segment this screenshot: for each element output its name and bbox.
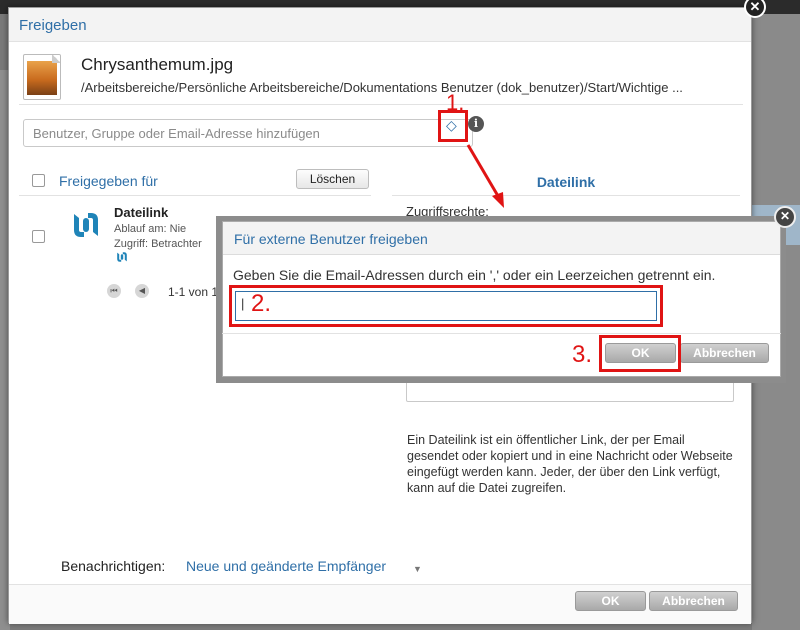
delete-button[interactable]: Löschen: [296, 169, 369, 189]
cancel-button[interactable]: Abbrechen: [649, 591, 738, 611]
file-link-description: Ein Dateilink ist ein öffentlicher Link,…: [407, 433, 733, 495]
step-3-marker: 3.: [572, 341, 593, 368]
info-icon[interactable]: i: [468, 116, 484, 132]
file-link-header: Dateilink: [392, 174, 740, 196]
chevron-down-icon[interactable]: ▼: [413, 564, 422, 574]
search-placeholder: Benutzer, Gruppe oder Email-Adresse hinz…: [33, 126, 320, 141]
share-search-input[interactable]: Benutzer, Gruppe oder Email-Adresse hinz…: [23, 119, 473, 147]
notify-label: Benachrichtigen:: [61, 558, 166, 574]
overlay-close-icon[interactable]: ✕: [774, 206, 796, 228]
envelope-diamond-icon: ◇: [446, 117, 457, 133]
prev-page-icon[interactable]: ◀: [135, 284, 149, 298]
shared-with-label: Freigegeben für: [59, 173, 158, 189]
overlay-instruction: Geben Sie die Email-Adressen durch ein '…: [233, 267, 716, 283]
ok-button[interactable]: OK: [575, 591, 646, 611]
entry-title: Dateilink: [114, 205, 169, 220]
pager-text: 1-1 von 1: [168, 285, 219, 299]
notify-dropdown[interactable]: Neue und geänderte Empfänger: [186, 558, 386, 574]
dialog-title-bar: Freigeben: [9, 8, 751, 42]
link-small-icon: [117, 252, 127, 262]
entry-access: Zugriff: Betrachter: [114, 238, 202, 250]
file-name: Chrysanthemum.jpg: [81, 55, 234, 74]
dialog-title: Freigeben: [19, 17, 87, 34]
file-image-icon: [23, 54, 61, 100]
overlay-cancel-button[interactable]: Abbrechen: [680, 343, 769, 363]
step-2-marker: 2.: [251, 290, 272, 317]
overlay-title: Für externe Benutzer freigeben: [234, 231, 428, 247]
entry-expiry: Ablauf am: Nie: [114, 223, 187, 235]
entry-checkbox[interactable]: [32, 230, 45, 243]
step-3-highlight: [599, 335, 681, 372]
divider: [19, 104, 743, 105]
overlay-title-bar: Für externe Benutzer freigeben: [223, 222, 780, 255]
file-path: /Arbeitsbereiche/Persönliche Arbeitsbere…: [81, 80, 683, 95]
shared-with-header: Freigegeben für Löschen: [19, 164, 371, 196]
overlay-divider: [222, 333, 781, 334]
select-all-checkbox[interactable]: [32, 174, 45, 187]
step-2-highlight: [229, 285, 663, 327]
step-1-marker: 1.: [446, 90, 465, 115]
link-logo-icon: [74, 213, 98, 237]
first-page-icon[interactable]: ⏮: [107, 284, 121, 298]
